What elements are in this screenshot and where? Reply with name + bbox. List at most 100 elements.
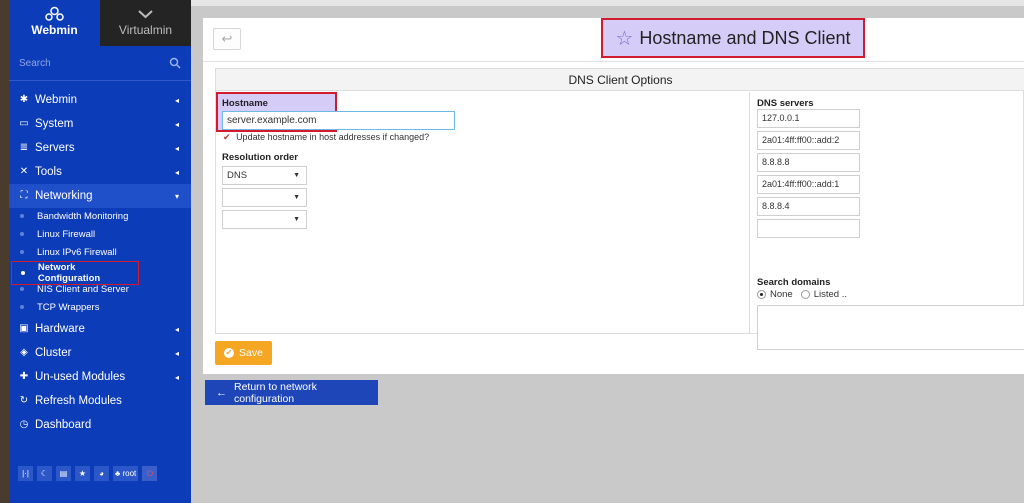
sidebar-subitem-label: Bandwidth Monitoring — [37, 210, 129, 222]
select-value: DNS — [227, 170, 248, 181]
radio-none[interactable] — [757, 290, 766, 299]
sidebar-item-label: Dashboard — [35, 419, 92, 431]
caret-left-icon: ◂ — [174, 349, 179, 358]
sidebar-item-servers[interactable]: ≣ Servers ◂ — [9, 136, 191, 160]
sidebar-item-tools[interactable]: ✕ Tools ◂ — [9, 160, 191, 184]
cluster-icon: ◈ — [20, 347, 28, 358]
sidebar-subitem-label: Linux Firewall — [37, 228, 96, 240]
sidebar: Webmin Virtualmin Search ✱ Webmin ◂ ▭ Sy… — [9, 0, 191, 503]
moon-icon[interactable]: ☾ — [37, 466, 52, 481]
update-hostname-checkbox[interactable]: ✔ Update hostname in host addresses if c… — [223, 132, 429, 143]
dns-server-input-1[interactable]: 127.0.0.1 — [757, 109, 860, 128]
dashboard-icon: ◷ — [19, 419, 29, 430]
page-title-box: ☆ Hostname and DNS Client — [601, 18, 865, 58]
caret-left-icon: ◂ — [174, 120, 179, 129]
logout-icon[interactable]: ⏻ — [142, 466, 158, 481]
sidebar-subitem-bandwidth[interactable]: Bandwidth Monitoring — [9, 207, 191, 225]
sidebar-item-label: Networking — [35, 190, 93, 202]
radio-none-label: None — [770, 289, 793, 300]
radio-listed-label: Listed .. — [813, 289, 847, 300]
bullet-icon — [21, 271, 25, 275]
save-button[interactable]: ✔ Save — [215, 341, 272, 365]
bullet-icon — [20, 287, 24, 291]
sidebar-subitem-nis[interactable]: NIS Client and Server — [9, 280, 191, 298]
tab-virtualmin[interactable]: Virtualmin — [100, 0, 191, 46]
search-icon[interactable] — [169, 57, 181, 69]
caret-left-icon: ◂ — [174, 325, 179, 334]
dns-server-input-6[interactable] — [757, 219, 860, 238]
collapse-icon[interactable]: |·| — [18, 466, 33, 481]
dns-server-input-3[interactable]: 8.8.8.8 — [757, 153, 860, 172]
update-hostname-label: Update hostname in host addresses if cha… — [236, 132, 430, 142]
tools-icon: ✕ — [19, 166, 29, 177]
resolution-select-1[interactable]: DNS ▼ — [222, 166, 307, 185]
sidebar-item-unused-modules[interactable]: ✚ Un-used Modules ◂ — [9, 365, 191, 389]
sidebar-subitem-label: TCP Wrappers — [37, 301, 100, 313]
sidebar-subitem-ipv6-firewall[interactable]: Linux IPv6 Firewall — [9, 243, 191, 261]
return-button-label: Return to network configuration — [234, 380, 317, 405]
resolution-select-2[interactable]: ▼ — [222, 188, 307, 207]
sidebar-item-dashboard[interactable]: ◷ Dashboard — [9, 413, 191, 437]
checkmark-icon: ✔ — [223, 132, 231, 142]
tab-virtualmin-label: Virtualmin — [118, 23, 173, 37]
page-title: Hostname and DNS Client — [639, 27, 851, 48]
star-icon[interactable]: ★ — [75, 466, 90, 481]
dns-server-input-4[interactable]: 2a01:4ff:ff00::add:1 — [757, 175, 860, 194]
search-input[interactable]: Search — [19, 58, 51, 69]
search-domains-textarea[interactable] — [757, 305, 1024, 350]
dns-servers-label: DNS servers — [757, 98, 814, 109]
right-column: DNS servers 127.0.0.1 2a01:4ff:ff00::add… — [751, 92, 1024, 350]
caret-left-icon: ◂ — [174, 144, 179, 153]
sidebar-item-cluster[interactable]: ◈ Cluster ◂ — [9, 341, 191, 365]
dns-server-input-5[interactable]: 8.8.8.4 — [757, 197, 860, 216]
network-icon: ⛶ — [20, 190, 28, 201]
sidebar-subitem-label: NIS Client and Server — [37, 283, 129, 295]
content-panel: ↩ ☆ Hostname and DNS Client DNS Client O… — [203, 18, 1024, 374]
back-button[interactable]: ↩ — [213, 28, 241, 50]
search-domains-radios: None Listed .. — [757, 289, 847, 300]
palette-icon[interactable]: ◕ — [94, 466, 109, 481]
star-outline-icon[interactable]: ☆ — [615, 26, 633, 51]
server-icon: ≣ — [19, 142, 29, 153]
dns-server-input-2[interactable]: 2a01:4ff:ff00::add:2 — [757, 131, 860, 150]
caret-down-icon: ▾ — [174, 192, 179, 201]
sidebar-item-hardware[interactable]: ▣ Hardware ◂ — [9, 317, 191, 341]
caret-down-icon: ▼ — [293, 172, 300, 179]
section-title: DNS Client Options — [216, 69, 1024, 91]
gear-icon: ✱ — [19, 94, 29, 105]
sidebar-item-label: Tools — [35, 166, 62, 178]
sidebar-item-system[interactable]: ▭ System ◂ — [9, 112, 191, 136]
desktop-edge — [0, 0, 9, 503]
page-header: ↩ ☆ Hostname and DNS Client — [203, 18, 1024, 62]
sidebar-search[interactable]: Search — [9, 54, 191, 76]
sidebar-item-webmin[interactable]: ✱ Webmin ◂ — [9, 88, 191, 112]
hardware-icon: ▣ — [19, 323, 29, 334]
sidebar-item-label: Refresh Modules — [35, 395, 122, 407]
sidebar-item-networking[interactable]: ⛶ Networking ▾ — [9, 184, 191, 208]
bullet-icon — [20, 232, 24, 236]
radio-listed[interactable] — [800, 290, 810, 299]
user-button[interactable]: ♣ root — [113, 466, 139, 481]
terminal-icon[interactable]: ▤ — [56, 466, 71, 481]
sidebar-subitem-label: Linux IPv6 Firewall — [37, 246, 117, 258]
resolution-order-label: Resolution order — [222, 152, 299, 163]
resolution-select-3[interactable]: ▼ — [222, 210, 307, 229]
puzzle-icon: ✚ — [19, 371, 29, 382]
sidebar-item-label: Servers — [35, 142, 75, 154]
hostname-input[interactable]: server.example.com — [222, 111, 455, 130]
sidebar-subitem-tcp-wrappers[interactable]: TCP Wrappers — [9, 298, 191, 316]
caret-left-icon: ◂ — [174, 373, 179, 382]
sidebar-divider — [9, 80, 191, 81]
sidebar-item-refresh-modules[interactable]: ↻ Refresh Modules — [9, 389, 191, 413]
save-button-label: Save — [239, 347, 263, 359]
back-arrow-icon: ↩ — [221, 31, 233, 46]
return-button[interactable]: ← Return to network configuration — [205, 380, 378, 405]
sidebar-item-label: System — [35, 118, 74, 130]
sidebar-subitem-firewall[interactable]: Linux Firewall — [9, 225, 191, 243]
search-domains-label: Search domains — [757, 277, 831, 288]
monitor-icon: ▭ — [19, 118, 29, 129]
chevron-down-icon — [138, 10, 153, 19]
webmin-logo-icon — [45, 6, 64, 21]
tab-webmin[interactable]: Webmin — [9, 0, 100, 46]
caret-down-icon: ▼ — [293, 216, 300, 223]
